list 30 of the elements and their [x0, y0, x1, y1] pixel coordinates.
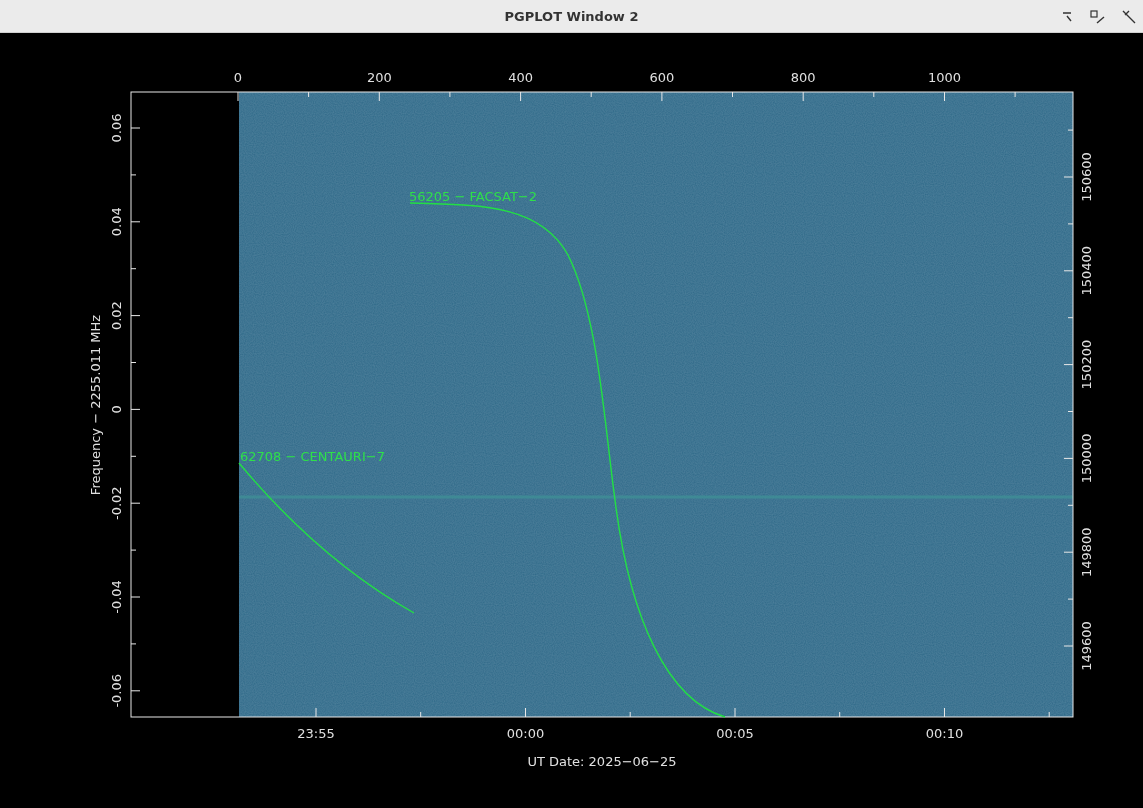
- close-icon[interactable]: [1121, 9, 1137, 25]
- tick-label: -0.06: [109, 674, 124, 708]
- tick-label: 149800: [1079, 527, 1094, 577]
- tick-label: 149600: [1079, 621, 1094, 671]
- tick-label: 400: [508, 70, 533, 85]
- tick-label: 0.06: [109, 113, 124, 143]
- tick-label: 1000: [927, 70, 962, 85]
- tick-label: 800: [790, 70, 816, 85]
- maximize-icon[interactable]: [1089, 9, 1107, 25]
- tick-label: 0.04: [109, 207, 124, 237]
- tick-label: 150600: [1079, 152, 1094, 202]
- tick-label: 0: [233, 70, 243, 85]
- tick-label: 00:05: [716, 726, 754, 741]
- track-label: 56205 − FACSAT−2: [409, 189, 538, 204]
- tick-label: 00:10: [925, 726, 964, 741]
- tick-label: 150000: [1079, 433, 1094, 484]
- track-label: 62708 − CENTAURI−7: [240, 449, 385, 464]
- tick-label: -0.02: [109, 486, 124, 520]
- tick-label: 0.02: [109, 301, 124, 331]
- tick-label: 0: [109, 405, 124, 414]
- tick-label: 600: [649, 70, 675, 85]
- x-axis-label: UT Date: 2025−06−25: [527, 754, 677, 769]
- y-axis-label: Frequency − 2255.011 MHz: [88, 314, 103, 496]
- tick-label: 00:00: [506, 726, 545, 741]
- tick-label: 150400: [1079, 246, 1094, 296]
- tick-label: 150200: [1079, 339, 1094, 390]
- window-title: PGPLOT Window 2: [504, 8, 639, 24]
- tick-label: 200: [366, 70, 392, 85]
- tick-label: 23:55: [297, 726, 335, 741]
- tick-label: -0.04: [109, 580, 124, 614]
